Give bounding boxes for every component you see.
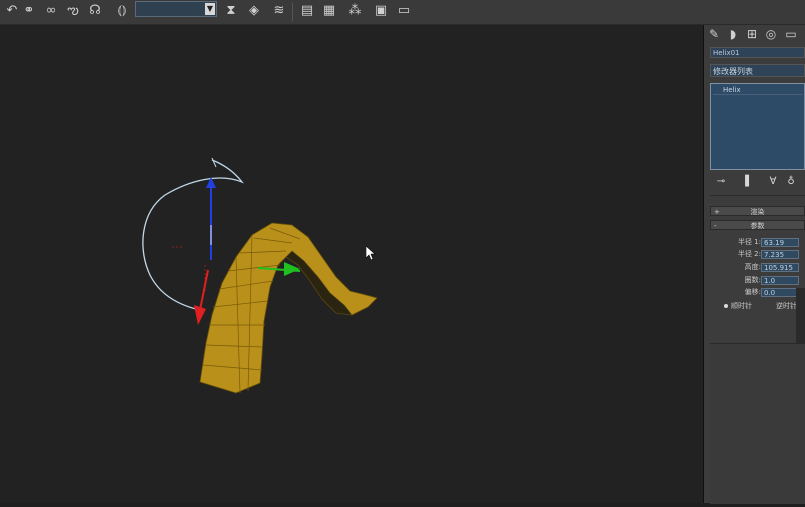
stack-item-helix[interactable]: Helix — [713, 86, 802, 95]
align-icon[interactable]: ◈ — [245, 2, 263, 20]
viewport-scene — [142, 157, 378, 394]
height-spinner[interactable]: 105.915 — [761, 263, 799, 272]
material-editor-icon[interactable]: ⁂ — [346, 2, 364, 20]
motion-tab-icon[interactable]: ◎ — [764, 27, 778, 41]
perspective-viewport[interactable] — [0, 25, 704, 503]
param-radius1: 半径 1: 63.19 — [710, 237, 805, 248]
render-frame-icon[interactable]: ▭ — [395, 2, 413, 20]
radius1-spinner[interactable]: 63.19 — [761, 238, 799, 247]
param-label: 半径 2: — [737, 250, 761, 258]
toolbar-separator — [292, 3, 293, 21]
rendering-rollout-header[interactable]: + 渲染 — [710, 206, 805, 216]
panel-divider — [710, 195, 805, 196]
remove-modifier-icon[interactable]: ♁ — [784, 175, 798, 189]
hierarchy-tab-icon[interactable]: ⊞ — [745, 27, 759, 41]
bind-icon[interactable]: ఌ — [64, 2, 82, 20]
parameters-rollout-header[interactable]: - 参数 — [710, 220, 805, 230]
gizmo-x-axis[interactable] — [199, 269, 209, 311]
rollout-title: 渲染 — [750, 208, 765, 216]
param-height: 高度: 105.915 — [710, 262, 805, 273]
param-label: 高度: — [744, 263, 761, 271]
param-bias: 偏移: 0.0 — [710, 287, 805, 298]
bind-spacewarp-icon[interactable]: ☊ — [86, 2, 104, 20]
param-turns: 圈数: 1.0 — [710, 275, 805, 286]
show-end-result-icon[interactable]: ▌ — [742, 175, 756, 189]
rollout-title: 参数 — [750, 222, 765, 230]
mouse-cursor-icon — [366, 246, 376, 260]
unlink-icon[interactable]: ⚭ — [20, 2, 38, 20]
bracket-icon[interactable]: ⦅⦆ — [113, 2, 131, 20]
direction-radio-group: 顺时针 逆时针 — [724, 301, 805, 311]
schematic-icon[interactable]: ▦ — [320, 2, 338, 20]
curve-editor-icon[interactable]: ▤ — [298, 2, 316, 20]
radius2-spinner[interactable]: 7.235 — [761, 250, 799, 259]
turns-spinner[interactable]: 1.0 — [761, 276, 799, 285]
modifier-list-dropdown[interactable]: 修改器列表 — [710, 64, 805, 77]
object-name-field[interactable]: Helix01 — [710, 47, 805, 58]
ccw-label[interactable]: 逆时针 — [776, 301, 797, 311]
layers-icon[interactable]: ≋ — [270, 2, 288, 20]
chevron-down-icon[interactable]: ▼ — [205, 3, 215, 15]
selection-filter-combo[interactable]: ▼ — [135, 1, 217, 17]
bias-spinner[interactable]: 0.0 — [761, 288, 799, 297]
command-panel-tabs: ✎ ◗ ⊞ ◎ ▭ — [704, 25, 805, 45]
horn-mesh[interactable] — [199, 222, 378, 394]
display-tab-icon[interactable]: ▭ — [784, 27, 798, 41]
curve-arrow-icon[interactable]: ↶ — [3, 2, 21, 20]
pin-stack-icon[interactable]: ⊸ — [714, 175, 728, 189]
param-label: 半径 1: — [737, 238, 761, 246]
modify-tab-icon[interactable]: ◗ — [726, 27, 740, 41]
stack-toolbar: ⊸ ▌ ∀ ♁ — [710, 175, 805, 189]
param-radius2: 半径 2: 7.235 — [710, 249, 805, 260]
command-panel: ✎ ◗ ⊞ ◎ ▭ Helix01 修改器列表 Helix ⊸ ▌ ∀ ♁ + … — [704, 25, 805, 504]
main-toolbar: ↶ ⚭ ∞ ఌ ☊ ⦅⦆ ▼ ⧗ ◈ ≋ ▤ ▦ ⁂ ▣ ▭ — [0, 0, 805, 25]
modifier-stack[interactable]: Helix — [710, 83, 805, 170]
render-setup-icon[interactable]: ▣ — [372, 2, 390, 20]
param-label: 偏移: — [744, 288, 761, 296]
create-tab-icon[interactable]: ✎ — [707, 27, 721, 41]
cw-label[interactable]: 顺时针 — [731, 301, 752, 311]
helix-spline-top — [211, 157, 217, 168]
gizmo-x-arrow — [194, 305, 206, 325]
link-icon[interactable]: ∞ — [42, 2, 60, 20]
panel-lower-area — [710, 343, 805, 504]
cw-radio[interactable] — [724, 304, 728, 308]
mirror-icon[interactable]: ⧗ — [222, 2, 240, 20]
param-label: 圈数: — [744, 276, 761, 284]
make-unique-icon[interactable]: ∀ — [766, 175, 780, 189]
